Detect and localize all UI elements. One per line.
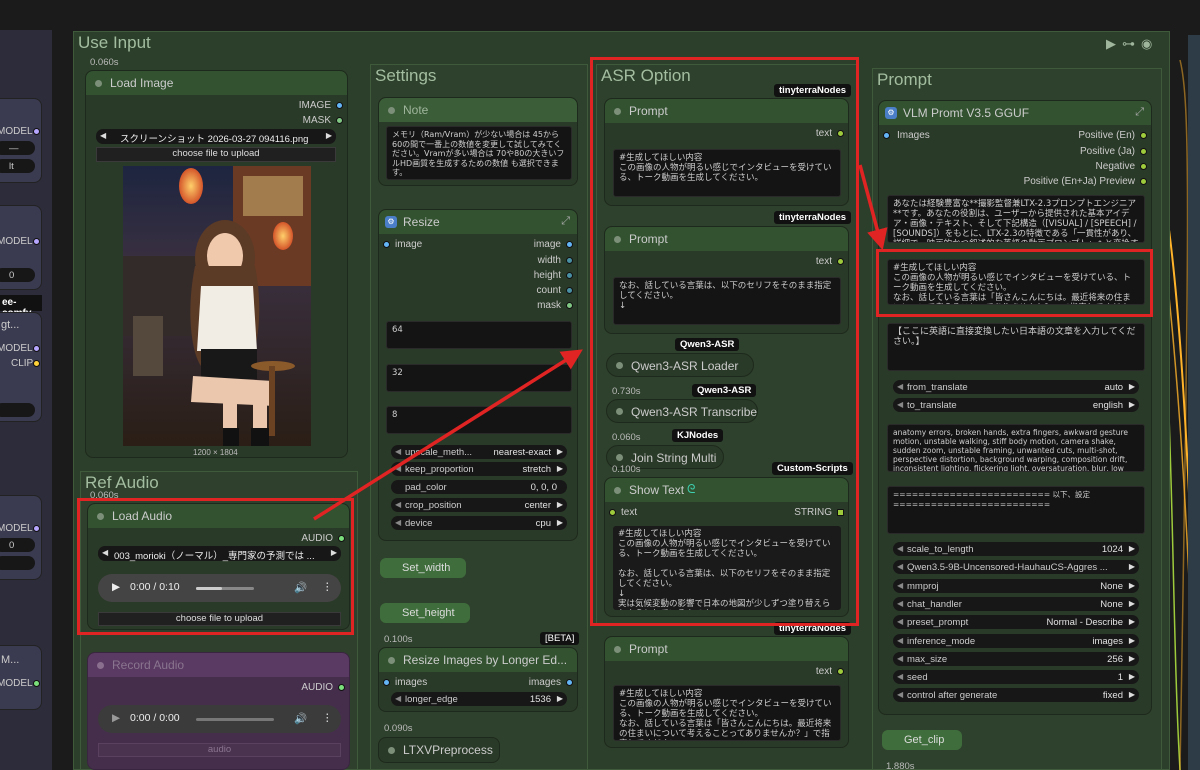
annotation-arrows [313, 164, 888, 521]
arrow-asr-to-prompt [858, 164, 888, 251]
node-canvas[interactable]: MODEL — lt MODEL 0 ee-comfy gt... MODEL … [0, 0, 1200, 770]
arrow-audio-to-asr [313, 349, 583, 521]
